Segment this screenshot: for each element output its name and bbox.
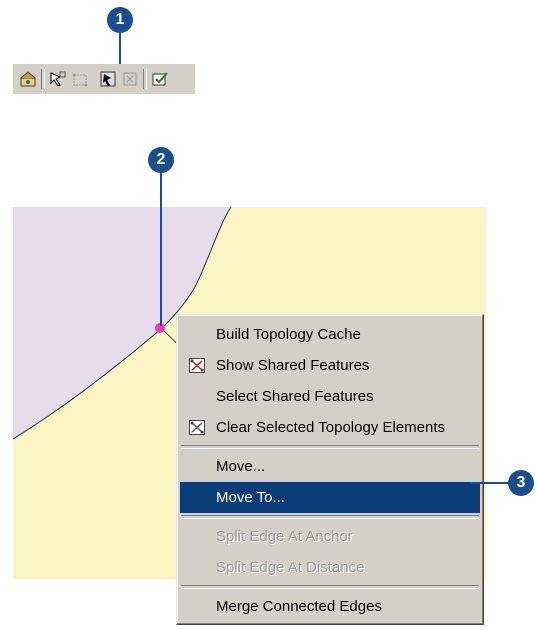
topology-context-menu: Build Topology Cache Show Shared Feature…	[176, 314, 484, 625]
menu-item-move-to[interactable]: Move To...	[180, 482, 480, 513]
menu-item-show-shared-features[interactable]: Show Shared Features	[180, 350, 480, 381]
show-shared-features-icon[interactable]	[97, 68, 119, 90]
topology-construct-icon[interactable]	[69, 68, 91, 90]
menu-item-label: Split Edge At Distance	[216, 559, 365, 576]
menu-item-clear-selected-topology-elements[interactable]: Clear Selected Topology Elements	[180, 412, 480, 443]
menu-separator	[181, 445, 479, 449]
shared-features-icon	[189, 358, 205, 373]
menu-item-build-topology-cache[interactable]: Build Topology Cache	[180, 319, 480, 350]
topology-icon[interactable]	[17, 68, 39, 90]
callout-3: 3	[508, 470, 534, 496]
menu-item-label: Show Shared Features	[216, 357, 370, 374]
menu-item-label: Build Topology Cache	[216, 326, 361, 343]
callout-2: 2	[148, 147, 174, 173]
menu-item-label: Move...	[216, 458, 266, 475]
menu-item-label: Select Shared Features	[216, 388, 374, 405]
topology-toolbar	[13, 64, 195, 94]
menu-item-select-shared-features[interactable]: Select Shared Features	[180, 381, 480, 412]
menu-item-label: Move To...	[216, 489, 285, 506]
menu-item-move[interactable]: Move...	[180, 451, 480, 482]
validate-topology-icon[interactable]	[149, 68, 171, 90]
menu-item-merge-connected-edges[interactable]: Merge Connected Edges	[180, 591, 480, 622]
menu-separator	[181, 515, 479, 519]
callout-1: 1	[107, 7, 133, 33]
menu-separator	[181, 585, 479, 589]
callout-2-leader	[160, 173, 162, 326]
menu-item-label: Clear Selected Topology Elements	[216, 419, 446, 436]
error-inspector-icon[interactable]	[119, 68, 141, 90]
callout-3-leader	[470, 482, 512, 484]
toolbar-separator	[143, 69, 147, 89]
menu-item-split-edge-at-distance[interactable]: Split Edge At Distance	[180, 552, 480, 583]
menu-item-label: Merge Connected Edges	[216, 598, 382, 615]
clear-elements-icon	[189, 420, 205, 435]
menu-item-split-edge-at-anchor[interactable]: Split Edge At Anchor	[180, 521, 480, 552]
topology-edit-tool-icon[interactable]	[47, 68, 69, 90]
menu-item-label: Split Edge At Anchor	[216, 528, 353, 545]
toolbar-separator	[41, 69, 45, 89]
